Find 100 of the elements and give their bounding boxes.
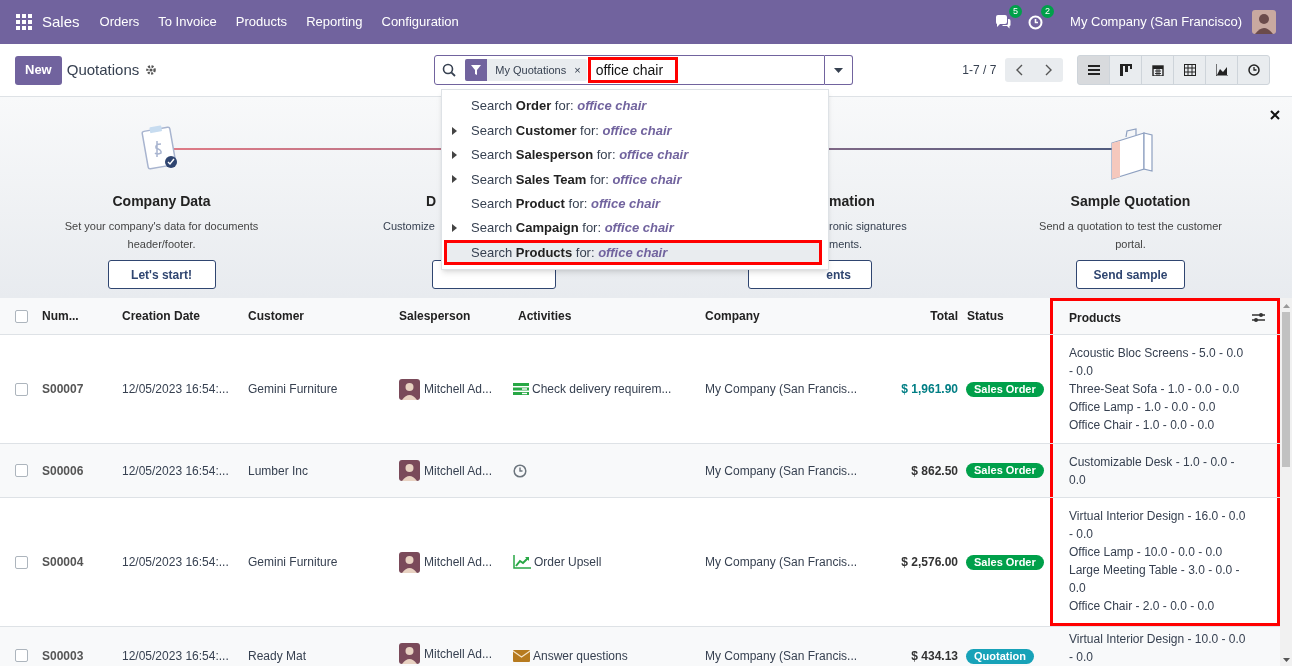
chat-icon xyxy=(995,15,1012,29)
product-line: Office Chair - 1.0 - 0.0 - 0.0 xyxy=(1069,417,1216,434)
menu-item[interactable]: To Invoice xyxy=(158,12,217,32)
table-cell: Gemini Furniture xyxy=(248,382,338,396)
trend-chart-icon xyxy=(513,555,531,569)
product-line: Virtual Interior Design - 16.0 - 0.0 - 0.0 xyxy=(1069,507,1247,543)
table-cell: $ 434.13 xyxy=(911,649,958,663)
step-title: Sample Quotation xyxy=(1070,192,1191,211)
table-cell: Mitchell Ad... xyxy=(424,382,493,396)
table-cell: Ready Mat xyxy=(248,649,307,663)
table-cell: 12/05/2023 16:54:... xyxy=(122,555,229,569)
product-line: Acoustic Bloc Screens - 5.0 - 0.0 - 0.0 xyxy=(1069,345,1245,380)
checkbox[interactable] xyxy=(15,382,28,396)
autocomplete-item[interactable]: Search Salesperson for: office chair xyxy=(444,142,822,168)
step-description: Send a quotation to test the customer portal. xyxy=(1039,219,1222,252)
table-cell: Mitchell Ad... xyxy=(424,463,493,478)
activity-label[interactable]: Answer questions xyxy=(533,649,628,663)
grid-icon xyxy=(1183,64,1196,76)
pager-value: 1-7 / 7 xyxy=(962,62,997,79)
step-button[interactable]: Let's start! xyxy=(107,260,216,289)
status-badge: Quotation xyxy=(966,649,1034,664)
autocomplete-item[interactable]: Search Campaign for: office chair xyxy=(444,215,822,241)
view-switch-button[interactable] xyxy=(1109,55,1143,85)
clock-icon xyxy=(513,463,527,478)
table-cell: My Company (San Francis... xyxy=(705,463,858,478)
column-header[interactable]: Company xyxy=(698,298,870,334)
column-header[interactable]: Salesperson xyxy=(392,298,511,334)
envelope-icon xyxy=(513,650,530,662)
view-switch-button[interactable] xyxy=(1205,55,1239,85)
view-switch-button[interactable] xyxy=(1237,55,1271,85)
view-switch-button[interactable] xyxy=(1173,55,1207,85)
scrollbar-thumb[interactable] xyxy=(1282,312,1290,467)
step-description: ronic signatures ments. xyxy=(829,219,907,252)
apps-menu-button[interactable] xyxy=(16,14,32,30)
menu-item[interactable]: Products xyxy=(235,12,288,32)
remove-facet-button[interactable]: × xyxy=(574,61,587,79)
close-button[interactable] xyxy=(1270,110,1280,120)
avatar xyxy=(399,378,420,400)
activity-label[interactable]: Order Upsell xyxy=(534,555,602,569)
filter-icon xyxy=(471,65,482,75)
clock-icon xyxy=(1027,14,1043,30)
column-header[interactable]: Customer xyxy=(241,298,392,334)
column-header[interactable]: Activities xyxy=(511,298,698,334)
column-header[interactable]: Num... xyxy=(35,298,115,334)
menu-item[interactable]: Orders xyxy=(99,12,140,32)
table-cell: $ 1,961.90 xyxy=(901,382,958,396)
menu-item[interactable]: Reporting xyxy=(306,12,363,32)
app-name[interactable]: Sales xyxy=(42,10,80,34)
kanban-icon xyxy=(1119,64,1132,76)
clock-icon xyxy=(1247,64,1260,76)
status-badge: Sales Order xyxy=(966,554,1044,570)
table-cell: Mitchell Ad... xyxy=(424,555,493,569)
table-cell: S00006 xyxy=(42,463,84,478)
checkbox[interactable] xyxy=(15,464,28,477)
count-badge: 2 xyxy=(1041,5,1055,18)
table-cell: $ 862.50 xyxy=(911,463,958,478)
search-field[interactable]: My Quotations × office chair xyxy=(434,55,826,85)
table-cell: S00007 xyxy=(42,382,84,396)
new-button[interactable]: New xyxy=(15,55,62,85)
step-title: mation xyxy=(829,192,875,211)
autocomplete-item[interactable]: Search Product for: office chair xyxy=(444,191,822,216)
avatar xyxy=(399,551,420,573)
column-header[interactable]: Total xyxy=(870,298,960,334)
status-badge: Sales Order xyxy=(966,381,1044,397)
settings-sliders-icon xyxy=(1252,312,1265,323)
table-cell: 12/05/2023 16:54:... xyxy=(122,382,229,396)
table-cell: Gemini Furniture xyxy=(248,555,338,569)
menu-item[interactable]: Configuration xyxy=(381,12,459,32)
search-icon xyxy=(442,63,457,77)
search-input[interactable]: office chair xyxy=(587,57,678,83)
autocomplete-item[interactable]: Search Order for: office chair xyxy=(444,94,822,119)
table-cell: $ 2,576.00 xyxy=(901,555,958,569)
autocomplete-item[interactable]: Search Products for: office chair xyxy=(444,240,822,265)
view-switch-button[interactable] xyxy=(1141,55,1175,85)
table-cell: 12/05/2023 16:54:... xyxy=(122,463,229,478)
column-header[interactable]: Status xyxy=(960,298,1050,334)
scrollbar[interactable] xyxy=(1280,298,1292,666)
checkbox[interactable] xyxy=(15,309,28,323)
checkbox[interactable] xyxy=(15,555,28,569)
column-header[interactable]: Creation Date xyxy=(115,298,241,334)
page-title: Quotations xyxy=(66,59,140,80)
clipboard-icon xyxy=(140,125,177,170)
step-button[interactable]: Send sample xyxy=(1076,260,1185,289)
facet-label: My Quotations xyxy=(494,62,568,78)
product-line: Large Meeting Table - 3.0 - 0.0 - 0.0 xyxy=(1069,561,1241,597)
company-switcher[interactable]: My Company (San Francisco) xyxy=(1070,12,1242,32)
view-switch-button[interactable] xyxy=(1077,55,1111,85)
autocomplete-item[interactable]: Search Sales Team for: office chair xyxy=(444,167,822,192)
autocomplete-item[interactable]: Search Customer for: office chair xyxy=(444,118,822,143)
checkbox[interactable] xyxy=(15,649,28,662)
avatar xyxy=(399,460,420,481)
product-line: Customizable Desk - 1.0 - 0.0 - 0.0 xyxy=(1069,453,1236,489)
table-cell: S00004 xyxy=(42,555,84,569)
user-avatar xyxy=(1252,10,1276,34)
activity-label[interactable]: Check delivery requirem... xyxy=(532,382,672,396)
product-line: Three-Seat Sofa - 1.0 - 0.0 - 0.0 xyxy=(1069,381,1241,398)
product-line: Office Chair - 2.0 - 0.0 - 0.0 xyxy=(1069,597,1216,615)
search-options-button[interactable] xyxy=(825,55,854,85)
table-cell: 12/05/2023 16:54:... xyxy=(122,649,229,663)
close-icon xyxy=(1270,110,1280,120)
